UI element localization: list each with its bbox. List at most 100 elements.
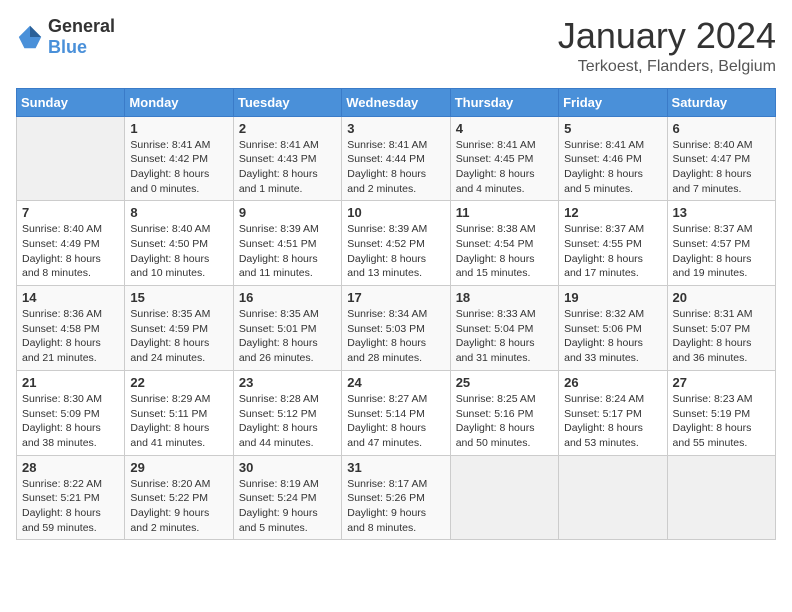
column-header-sunday: Sunday: [17, 88, 125, 116]
day-number: 17: [347, 290, 444, 305]
day-number: 20: [673, 290, 770, 305]
calendar-cell: 26 Sunrise: 8:24 AMSunset: 5:17 PMDaylig…: [559, 370, 667, 455]
day-info: Sunrise: 8:39 AMSunset: 4:52 PMDaylight:…: [347, 222, 444, 281]
calendar-cell: 28 Sunrise: 8:22 AMSunset: 5:21 PMDaylig…: [17, 455, 125, 540]
day-info: Sunrise: 8:41 AMSunset: 4:46 PMDaylight:…: [564, 138, 661, 197]
day-number: 26: [564, 375, 661, 390]
day-number: 24: [347, 375, 444, 390]
day-number: 7: [22, 205, 119, 220]
day-number: 31: [347, 460, 444, 475]
day-info: Sunrise: 8:25 AMSunset: 5:16 PMDaylight:…: [456, 392, 553, 451]
day-number: 2: [239, 121, 336, 136]
calendar-cell: 29 Sunrise: 8:20 AMSunset: 5:22 PMDaylig…: [125, 455, 233, 540]
day-info: Sunrise: 8:37 AMSunset: 4:57 PMDaylight:…: [673, 222, 770, 281]
page-header: General Blue January 2024 Terkoest, Flan…: [16, 16, 776, 76]
day-number: 10: [347, 205, 444, 220]
calendar-cell: 30 Sunrise: 8:19 AMSunset: 5:24 PMDaylig…: [233, 455, 341, 540]
day-info: Sunrise: 8:22 AMSunset: 5:21 PMDaylight:…: [22, 477, 119, 536]
calendar-cell: 9 Sunrise: 8:39 AMSunset: 4:51 PMDayligh…: [233, 201, 341, 286]
day-info: Sunrise: 8:33 AMSunset: 5:04 PMDaylight:…: [456, 307, 553, 366]
day-info: Sunrise: 8:28 AMSunset: 5:12 PMDaylight:…: [239, 392, 336, 451]
location-title: Terkoest, Flanders, Belgium: [558, 58, 776, 76]
logo: General Blue: [16, 16, 115, 58]
day-info: Sunrise: 8:24 AMSunset: 5:17 PMDaylight:…: [564, 392, 661, 451]
calendar-table: SundayMondayTuesdayWednesdayThursdayFrid…: [16, 88, 776, 541]
day-number: 28: [22, 460, 119, 475]
calendar-week-row: 7 Sunrise: 8:40 AMSunset: 4:49 PMDayligh…: [17, 201, 776, 286]
logo-blue: Blue: [48, 37, 87, 57]
day-info: Sunrise: 8:40 AMSunset: 4:47 PMDaylight:…: [673, 138, 770, 197]
calendar-cell: 27 Sunrise: 8:23 AMSunset: 5:19 PMDaylig…: [667, 370, 775, 455]
calendar-cell: 16 Sunrise: 8:35 AMSunset: 5:01 PMDaylig…: [233, 286, 341, 371]
calendar-week-row: 21 Sunrise: 8:30 AMSunset: 5:09 PMDaylig…: [17, 370, 776, 455]
calendar-cell: [667, 455, 775, 540]
calendar-cell: 5 Sunrise: 8:41 AMSunset: 4:46 PMDayligh…: [559, 116, 667, 201]
calendar-cell: 6 Sunrise: 8:40 AMSunset: 4:47 PMDayligh…: [667, 116, 775, 201]
day-info: Sunrise: 8:32 AMSunset: 5:06 PMDaylight:…: [564, 307, 661, 366]
day-info: Sunrise: 8:23 AMSunset: 5:19 PMDaylight:…: [673, 392, 770, 451]
calendar-cell: 11 Sunrise: 8:38 AMSunset: 4:54 PMDaylig…: [450, 201, 558, 286]
calendar-cell: 19 Sunrise: 8:32 AMSunset: 5:06 PMDaylig…: [559, 286, 667, 371]
day-info: Sunrise: 8:37 AMSunset: 4:55 PMDaylight:…: [564, 222, 661, 281]
calendar-cell: 2 Sunrise: 8:41 AMSunset: 4:43 PMDayligh…: [233, 116, 341, 201]
calendar-cell: 4 Sunrise: 8:41 AMSunset: 4:45 PMDayligh…: [450, 116, 558, 201]
day-info: Sunrise: 8:19 AMSunset: 5:24 PMDaylight:…: [239, 477, 336, 536]
day-info: Sunrise: 8:41 AMSunset: 4:45 PMDaylight:…: [456, 138, 553, 197]
day-number: 29: [130, 460, 227, 475]
calendar-cell: 3 Sunrise: 8:41 AMSunset: 4:44 PMDayligh…: [342, 116, 450, 201]
calendar-cell: 14 Sunrise: 8:36 AMSunset: 4:58 PMDaylig…: [17, 286, 125, 371]
day-number: 1: [130, 121, 227, 136]
day-number: 23: [239, 375, 336, 390]
calendar-cell: 25 Sunrise: 8:25 AMSunset: 5:16 PMDaylig…: [450, 370, 558, 455]
calendar-cell: [450, 455, 558, 540]
calendar-cell: 12 Sunrise: 8:37 AMSunset: 4:55 PMDaylig…: [559, 201, 667, 286]
column-header-monday: Monday: [125, 88, 233, 116]
column-header-wednesday: Wednesday: [342, 88, 450, 116]
day-info: Sunrise: 8:41 AMSunset: 4:44 PMDaylight:…: [347, 138, 444, 197]
calendar-cell: 8 Sunrise: 8:40 AMSunset: 4:50 PMDayligh…: [125, 201, 233, 286]
day-number: 21: [22, 375, 119, 390]
calendar-header-row: SundayMondayTuesdayWednesdayThursdayFrid…: [17, 88, 776, 116]
column-header-friday: Friday: [559, 88, 667, 116]
day-number: 30: [239, 460, 336, 475]
calendar-cell: 20 Sunrise: 8:31 AMSunset: 5:07 PMDaylig…: [667, 286, 775, 371]
day-info: Sunrise: 8:31 AMSunset: 5:07 PMDaylight:…: [673, 307, 770, 366]
calendar-cell: 31 Sunrise: 8:17 AMSunset: 5:26 PMDaylig…: [342, 455, 450, 540]
day-number: 19: [564, 290, 661, 305]
day-number: 14: [22, 290, 119, 305]
calendar-cell: 10 Sunrise: 8:39 AMSunset: 4:52 PMDaylig…: [342, 201, 450, 286]
month-title: January 2024: [558, 16, 776, 56]
calendar-week-row: 28 Sunrise: 8:22 AMSunset: 5:21 PMDaylig…: [17, 455, 776, 540]
day-info: Sunrise: 8:36 AMSunset: 4:58 PMDaylight:…: [22, 307, 119, 366]
day-info: Sunrise: 8:20 AMSunset: 5:22 PMDaylight:…: [130, 477, 227, 536]
day-info: Sunrise: 8:34 AMSunset: 5:03 PMDaylight:…: [347, 307, 444, 366]
calendar-cell: 23 Sunrise: 8:28 AMSunset: 5:12 PMDaylig…: [233, 370, 341, 455]
calendar-cell: 18 Sunrise: 8:33 AMSunset: 5:04 PMDaylig…: [450, 286, 558, 371]
title-block: January 2024 Terkoest, Flanders, Belgium: [558, 16, 776, 76]
day-info: Sunrise: 8:38 AMSunset: 4:54 PMDaylight:…: [456, 222, 553, 281]
day-info: Sunrise: 8:39 AMSunset: 4:51 PMDaylight:…: [239, 222, 336, 281]
calendar-cell: 1 Sunrise: 8:41 AMSunset: 4:42 PMDayligh…: [125, 116, 233, 201]
calendar-week-row: 14 Sunrise: 8:36 AMSunset: 4:58 PMDaylig…: [17, 286, 776, 371]
day-info: Sunrise: 8:35 AMSunset: 5:01 PMDaylight:…: [239, 307, 336, 366]
calendar-cell: 7 Sunrise: 8:40 AMSunset: 4:49 PMDayligh…: [17, 201, 125, 286]
calendar-cell: 13 Sunrise: 8:37 AMSunset: 4:57 PMDaylig…: [667, 201, 775, 286]
calendar-cell: [17, 116, 125, 201]
column-header-tuesday: Tuesday: [233, 88, 341, 116]
column-header-thursday: Thursday: [450, 88, 558, 116]
day-info: Sunrise: 8:27 AMSunset: 5:14 PMDaylight:…: [347, 392, 444, 451]
day-number: 12: [564, 205, 661, 220]
day-number: 11: [456, 205, 553, 220]
calendar-cell: 17 Sunrise: 8:34 AMSunset: 5:03 PMDaylig…: [342, 286, 450, 371]
day-number: 3: [347, 121, 444, 136]
day-number: 22: [130, 375, 227, 390]
day-number: 16: [239, 290, 336, 305]
day-info: Sunrise: 8:30 AMSunset: 5:09 PMDaylight:…: [22, 392, 119, 451]
day-number: 27: [673, 375, 770, 390]
calendar-cell: 22 Sunrise: 8:29 AMSunset: 5:11 PMDaylig…: [125, 370, 233, 455]
logo-text: General Blue: [48, 16, 115, 58]
day-info: Sunrise: 8:40 AMSunset: 4:50 PMDaylight:…: [130, 222, 227, 281]
day-number: 8: [130, 205, 227, 220]
day-info: Sunrise: 8:40 AMSunset: 4:49 PMDaylight:…: [22, 222, 119, 281]
logo-general: General: [48, 16, 115, 36]
